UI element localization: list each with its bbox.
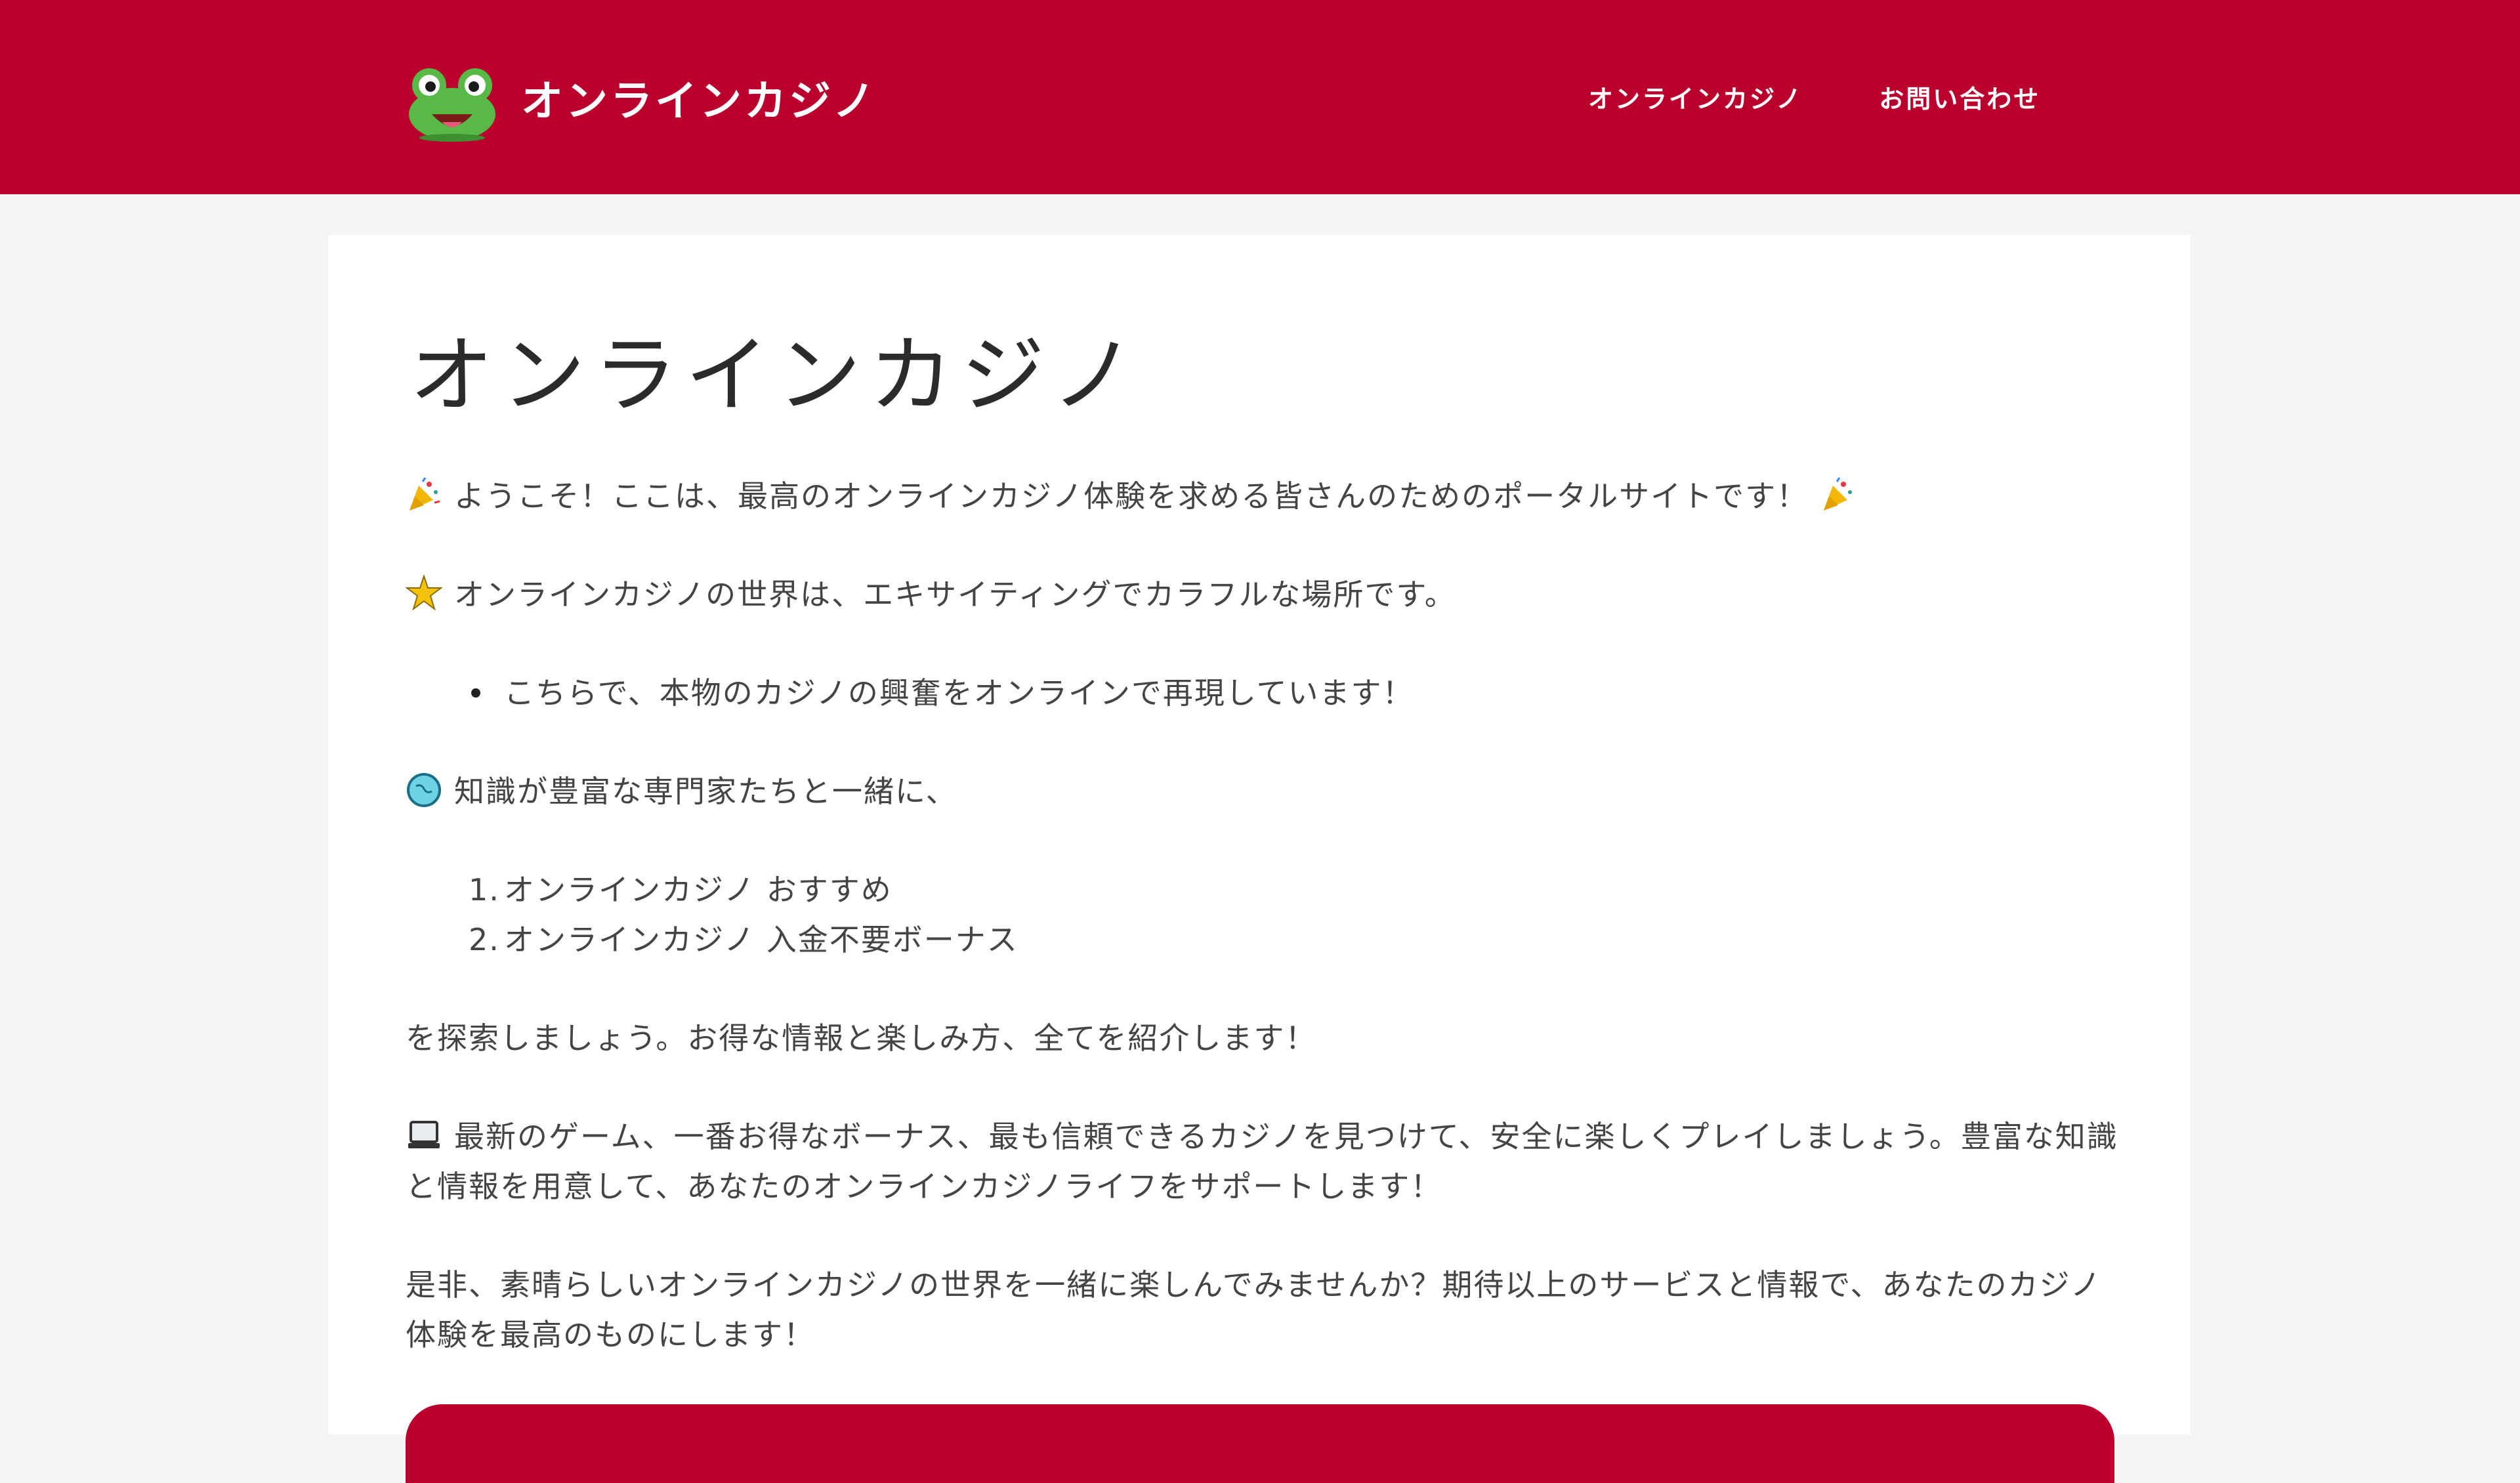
latest-paragraph: 最新のゲーム、一番お得なボーナス、最も信頼できるカジノを見つけて、安全に楽しくプ… — [406, 1112, 2118, 1211]
list-item: こちらで、本物のカジノの興奮をオンラインで再現しています！ — [406, 668, 2118, 718]
list-item: 2. オンラインカジノ 入金不要ボーナス — [406, 915, 2118, 965]
experts-text: 知識が豊富な専門家たちと一緒に、 — [454, 774, 957, 809]
call-to-action-button[interactable] — [406, 1404, 2114, 1483]
latest-text: 最新のゲーム、一番お得なボーナス、最も信頼できるカジノを見つけて、安全に楽しくプ… — [406, 1119, 2118, 1204]
party-popper-icon — [1824, 477, 1853, 511]
site-brand[interactable]: オンラインカジノ — [406, 54, 877, 142]
frog-logo-icon — [409, 68, 495, 142]
invite-paragraph: 是非、素晴らしいオンラインカジノの世界を一緒に楽しんでみませんか？期待以上のサー… — [406, 1267, 2102, 1352]
welcome-text: ようこそ！ここは、最高のオンラインカジノ体験を求める皆さんのためのポータルサイト… — [454, 478, 1809, 514]
link-no-deposit-bonus[interactable]: オンラインカジノ 入金不要ボーナス — [504, 922, 1018, 957]
article-body: ようこそ！ここは、最高のオンラインカジノ体験を求める皆さんのためのポータルサイト… — [406, 471, 2118, 1360]
feature-bullet-list: こちらで、本物のカジノの興奮をオンラインで再現しています！ — [406, 668, 2118, 718]
laptop-icon — [408, 1121, 440, 1148]
welcome-paragraph: ようこそ！ここは、最高のオンラインカジノ体験を求める皆さんのためのポータルサイト… — [406, 471, 2118, 521]
party-popper-icon — [410, 477, 440, 511]
content-card: オンラインカジノ ようこそ！ここは、最高のオンラインカジノ体験を求める皆さんのた… — [328, 235, 2191, 1483]
page-title: オンラインカジノ — [410, 327, 1143, 425]
list-item: 1. オンラインカジノ おすすめ — [406, 865, 2118, 915]
list-number: 1. — [469, 872, 500, 908]
globe-icon — [407, 773, 441, 807]
main-nav: オンラインカジノ お問い合わせ — [1588, 79, 2040, 115]
link-recommended-casino[interactable]: オンラインカジノ おすすめ — [504, 872, 892, 908]
explore-paragraph: を探索しましょう。お得な情報と楽しみ方、全てを紹介します！ — [406, 1020, 1317, 1056]
world-paragraph: オンラインカジノの世界は、エキサイティングでカラフルな場所です。 — [406, 570, 2118, 619]
site-header: オンラインカジノ オンラインカジノ お問い合わせ — [0, 0, 2520, 194]
nav-link-contact[interactable]: お問い合わせ — [1879, 79, 2040, 115]
sparkle-star-icon — [406, 575, 442, 611]
experts-paragraph: 知識が豊富な専門家たちと一緒に、 — [406, 766, 2118, 816]
world-text: オンラインカジノの世界は、エキサイティングでカラフルな場所です。 — [454, 577, 1456, 612]
recommendation-list: 1. オンラインカジノ おすすめ 2. オンラインカジノ 入金不要ボーナス — [406, 865, 2118, 965]
nav-link-online-casino[interactable]: オンラインカジノ — [1588, 79, 1803, 115]
brand-name[interactable]: オンラインカジノ — [521, 68, 877, 128]
list-number: 2. — [469, 922, 500, 957]
